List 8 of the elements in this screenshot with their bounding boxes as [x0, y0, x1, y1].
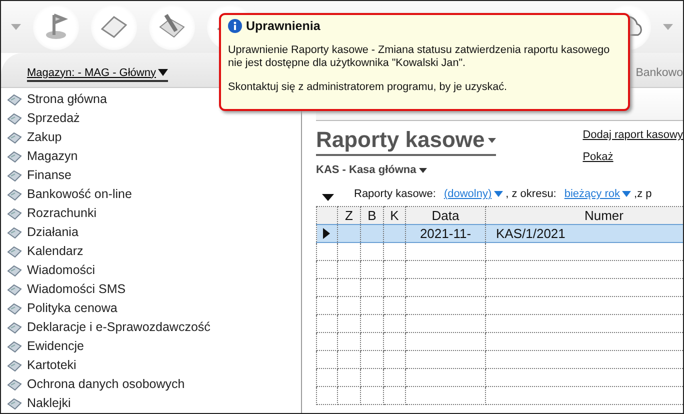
- table-cell: KAS/1/2021: [486, 224, 683, 242]
- tooltip-title: Uprawnienia: [246, 19, 320, 33]
- tooltip-message: Uprawnienie Raporty kasowe - Zmiana statusu zatwierdzenia raportu kasowego nie jest dostępne dla użytkownika "Kowalski Jan".: [228, 44, 611, 70]
- filter-label: ,z p: [634, 188, 652, 200]
- filter-label: Raporty kasowe:: [354, 188, 436, 200]
- filter-label: , z okresu:: [506, 188, 556, 200]
- table-cell: 2021-11-: [406, 224, 486, 242]
- tooltip-hint: Skontaktuj się z administratorem programu, by je uzyskać.: [228, 81, 508, 94]
